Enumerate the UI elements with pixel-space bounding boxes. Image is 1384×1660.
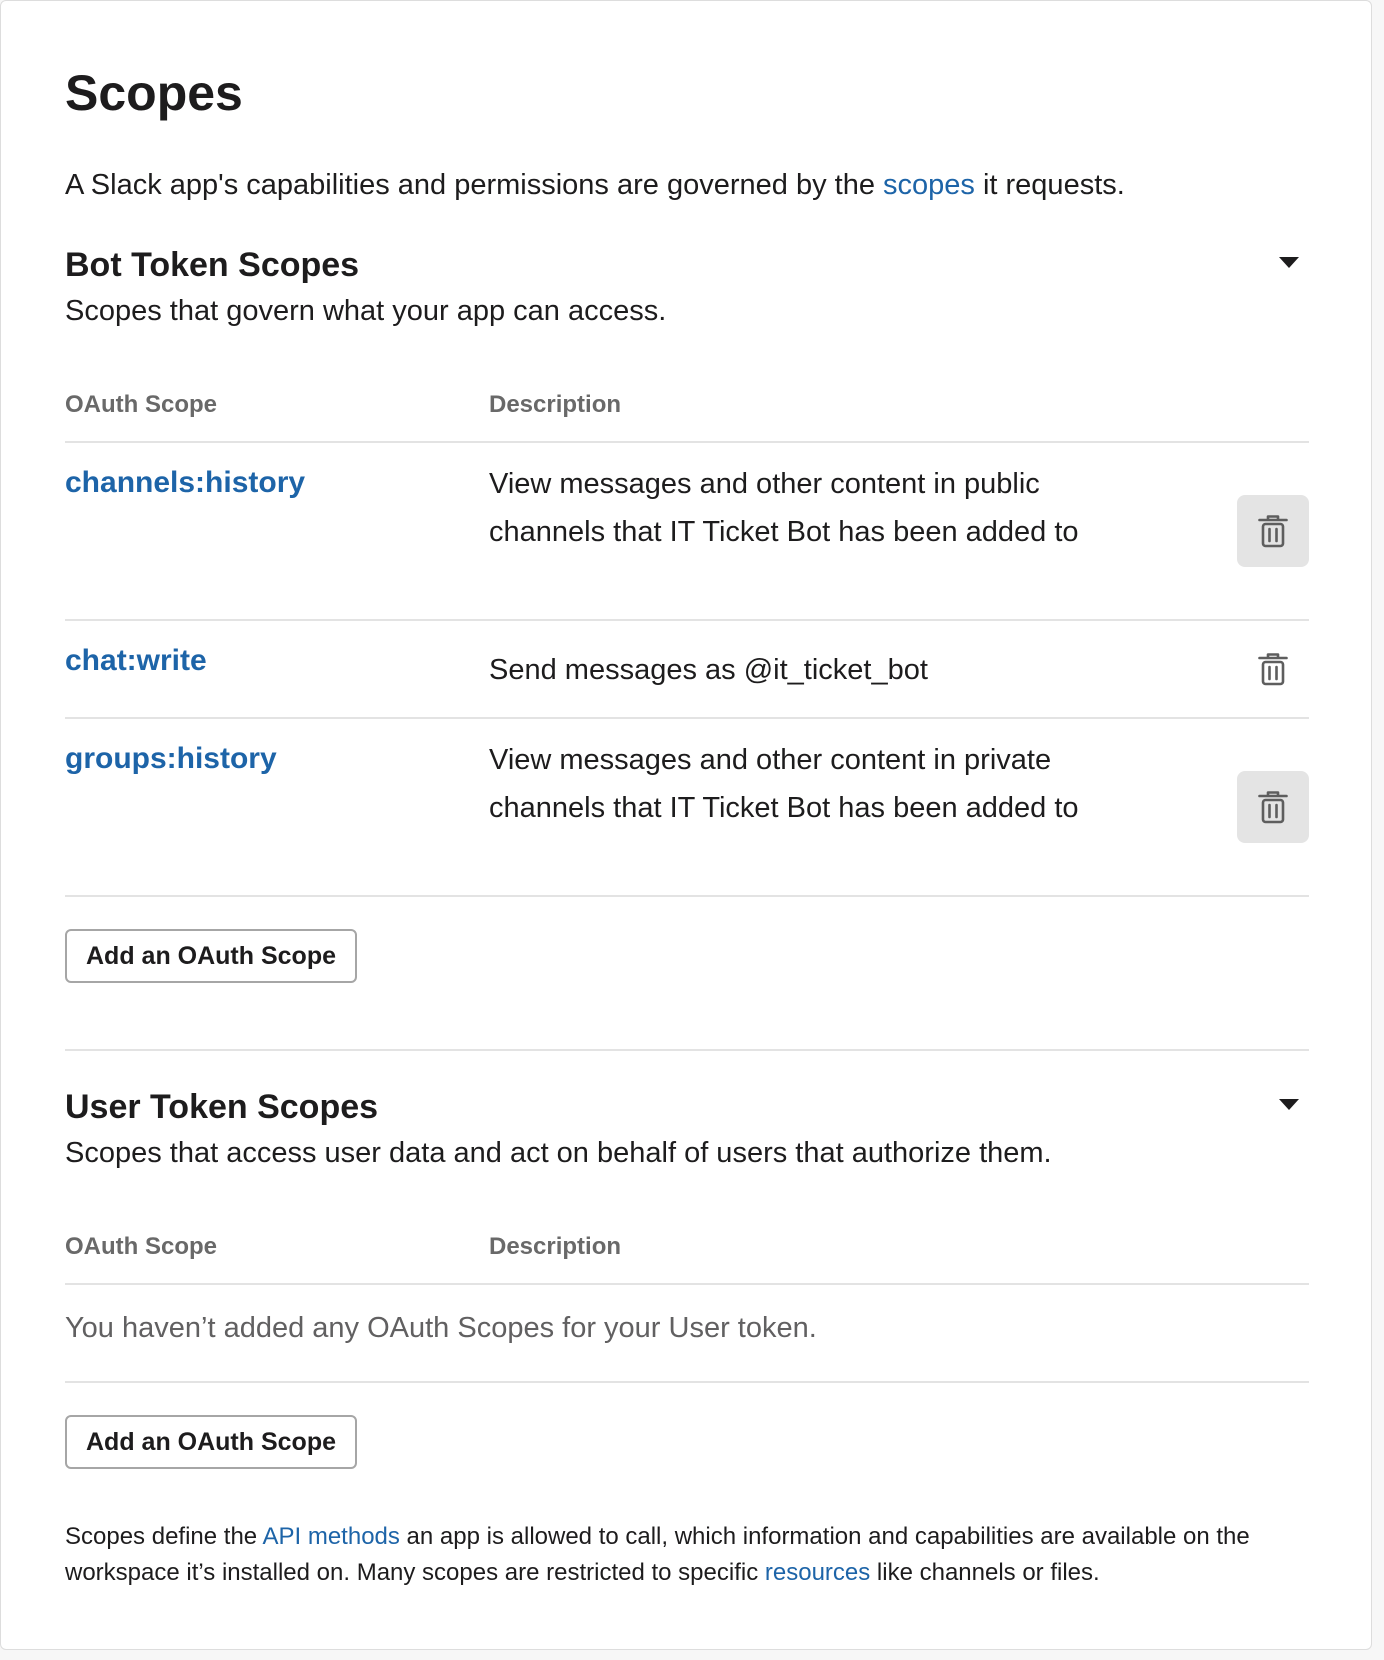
divider xyxy=(65,1381,1309,1383)
user-scopes-title: User Token Scopes xyxy=(65,1088,379,1126)
scope-description: View messages and other content in priva… xyxy=(489,744,1079,824)
delete-scope-button[interactable] xyxy=(1237,495,1309,567)
caret-down-icon[interactable] xyxy=(1279,257,1299,268)
user-col-description: Description xyxy=(489,1233,622,1260)
divider xyxy=(65,895,1309,897)
scopes-card: Scopes A Slack app's capabilities and pe… xyxy=(0,0,1372,1650)
bot-col-description: Description xyxy=(489,391,622,418)
trash-icon xyxy=(1258,791,1288,824)
footer-note: Scopes define the API methods an app is … xyxy=(65,1523,1250,1586)
add-user-scope-button[interactable]: Add an OAuth Scope xyxy=(65,1415,357,1469)
page-title: Scopes xyxy=(65,65,243,121)
section-divider xyxy=(65,1049,1309,1051)
trash-icon xyxy=(1258,515,1288,548)
bot-col-oauth-scope: OAuth Scope xyxy=(65,391,218,418)
divider xyxy=(65,1283,1309,1285)
divider xyxy=(65,441,1309,443)
user-col-oauth-scope: OAuth Scope xyxy=(65,1233,218,1260)
empty-scopes-message: You haven’t added any OAuth Scopes for y… xyxy=(65,1312,817,1344)
bot-scopes-title: Bot Token Scopes xyxy=(65,246,360,284)
divider xyxy=(65,619,1309,621)
intro-text: A Slack app's capabilities and permissio… xyxy=(65,169,1125,201)
delete-scope-button[interactable] xyxy=(1237,633,1309,705)
trash-icon xyxy=(1258,653,1288,686)
user-scopes-subtitle: Scopes that access user data and act on … xyxy=(65,1137,1052,1169)
resources-link[interactable]: resources xyxy=(765,1559,870,1586)
api-methods-link[interactable]: API methods xyxy=(262,1523,399,1550)
scope-description: View messages and other content in publi… xyxy=(489,468,1079,548)
bot-scopes-subtitle: Scopes that govern what your app can acc… xyxy=(65,295,667,327)
add-bot-scope-button[interactable]: Add an OAuth Scope xyxy=(65,929,357,983)
scopes-link[interactable]: scopes xyxy=(883,169,975,201)
scope-channels-history[interactable]: channels:history xyxy=(65,465,305,501)
scope-description: Send messages as @it_ticket_bot xyxy=(489,654,928,686)
caret-down-icon[interactable] xyxy=(1279,1099,1299,1110)
scope-groups-history[interactable]: groups:history xyxy=(65,741,277,777)
scope-chat-write[interactable]: chat:write xyxy=(65,643,207,679)
delete-scope-button[interactable] xyxy=(1237,771,1309,843)
divider xyxy=(65,717,1309,719)
